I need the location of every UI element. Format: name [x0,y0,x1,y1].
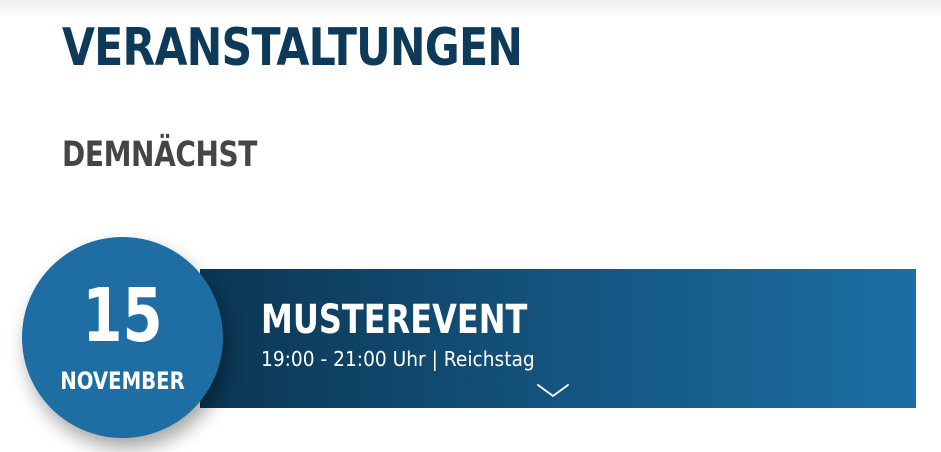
event-day: 15 [82,273,163,359]
event-month: NOVEMBER [60,367,185,395]
section-title-upcoming: DEMNÄCHST [62,135,257,175]
events-page: VERANSTALTUNGEN DEMNÄCHST 15 NOVEMBER MU… [0,0,941,452]
page-title: VERANSTALTUNGEN [62,18,523,78]
event-time-location: 19:00 - 21:00 Uhr | Reichstag [261,347,535,371]
chevron-down-icon[interactable] [537,384,569,398]
event-date-badge: 15 NOVEMBER [22,237,223,438]
event-title: MUSTEREVENT [261,297,528,343]
